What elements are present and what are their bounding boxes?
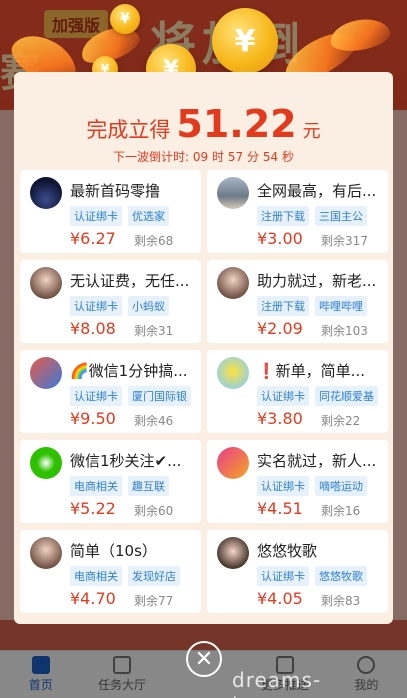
close-icon: ✕: [194, 646, 214, 672]
task-tag: 发现好店: [128, 566, 180, 586]
reward-amount: 51.22: [176, 102, 297, 146]
task-price: ¥2.09: [257, 319, 303, 338]
task-card[interactable]: 最新首码零撸 认证绑卡 优选家 ¥6.27 剩余68: [20, 170, 201, 253]
countdown-minutes-unit: 分: [246, 150, 259, 164]
task-price: ¥6.27: [70, 229, 116, 248]
task-tags: 认证绑卡 优选家: [70, 206, 169, 226]
task-title: 微信1秒关注✔...: [70, 452, 182, 470]
task-card[interactable]: 无认证费，无任... 认证绑卡 小蚂蚁 ¥8.08 剩余31: [20, 260, 201, 343]
task-remaining: 剩余103: [321, 324, 368, 338]
girl-photo-icon: [30, 537, 62, 569]
landscape-icon: [217, 177, 249, 209]
task-price: ¥4.05: [257, 589, 303, 608]
countdown-label: 下一波倒计时:: [113, 150, 190, 164]
reward-headline: 完成立得 51.22 元: [14, 102, 393, 146]
task-tags: 认证绑卡 厦门国际银: [70, 386, 191, 406]
task-title: 🌈微信1分钟搞...: [70, 362, 188, 380]
countdown-seconds: 54: [262, 150, 279, 164]
task-card[interactable]: 助力就过，新老... 注册下载 哔哩哔哩 ¥2.09 剩余103: [207, 260, 388, 343]
poster-icon: [217, 447, 249, 479]
task-tag: 认证绑卡: [257, 476, 309, 496]
task-card[interactable]: 实名就过，新人... 认证绑卡 嘀嗒运动 ¥4.51 剩余16: [207, 440, 388, 523]
task-card[interactable]: 悠悠牧歌 认证绑卡 悠悠牧歌 ¥4.05 剩余83: [207, 530, 388, 613]
task-tags: 认证绑卡 同花顺爱基: [257, 386, 378, 406]
task-title: 简单（10s）: [70, 542, 157, 560]
task-card[interactable]: 🌈微信1分钟搞... 认证绑卡 厦门国际银 ¥9.50 剩余46: [20, 350, 201, 433]
task-card[interactable]: 全网最高，有后... 注册下载 三国主公 ¥3.00 剩余317: [207, 170, 388, 253]
night-city-icon: [30, 177, 62, 209]
task-tags: 认证绑卡 小蚂蚁: [70, 296, 169, 316]
girl-photo-icon: [217, 267, 249, 299]
reward-modal: 完成立得 51.22 元 下一波倒计时: 09 时 57 分 54 秒 最新首码零撸…: [14, 72, 393, 624]
countdown-seconds-unit: 秒: [281, 150, 294, 164]
task-title: 助力就过，新老...: [257, 272, 377, 290]
task-price: ¥9.50: [70, 409, 116, 428]
countdown: 下一波倒计时: 09 时 57 分 54 秒: [14, 148, 393, 165]
task-title: ❗新单，简单...: [257, 362, 365, 380]
task-remaining: 剩余31: [134, 324, 174, 338]
task-remaining: 剩余77: [134, 594, 174, 608]
task-remaining: 剩余60: [134, 504, 174, 518]
task-tags: 注册下载 三国主公: [257, 206, 367, 226]
countdown-hours-unit: 时: [212, 150, 225, 164]
wallet-icon: [30, 357, 62, 389]
task-grid: 最新首码零撸 认证绑卡 优选家 ¥6.27 剩余68 全网最高，有后... 注册下载 三国主公…: [20, 170, 388, 613]
task-title: 悠悠牧歌: [257, 542, 318, 560]
task-tag: 三国主公: [315, 206, 367, 226]
task-tag: 认证绑卡: [257, 566, 309, 586]
coin-icon: ¥: [212, 8, 278, 74]
task-title: 全网最高，有后...: [257, 182, 377, 200]
task-tags: 认证绑卡 嘀嗒运动: [257, 476, 367, 496]
coin-icon: ¥: [110, 4, 140, 34]
countdown-minutes: 57: [227, 150, 244, 164]
task-tag: 认证绑卡: [70, 206, 122, 226]
task-tag: 优选家: [128, 206, 169, 226]
task-price: ¥5.22: [70, 499, 116, 518]
task-tag: 嘀嗒运动: [315, 476, 367, 496]
watermark: dreams-true.com: [232, 668, 329, 698]
task-tag: 认证绑卡: [70, 296, 122, 316]
task-tag: 注册下载: [257, 206, 309, 226]
boy-photo-icon: [217, 537, 249, 569]
task-tags: 电商相关 趣互联: [70, 476, 169, 496]
task-remaining: 剩余16: [321, 504, 361, 518]
task-title: 无认证费，无任...: [70, 272, 190, 290]
task-tag: 注册下载: [257, 296, 309, 316]
task-price: ¥3.80: [257, 409, 303, 428]
task-tag: 趣互联: [128, 476, 169, 496]
task-tag: 悠悠牧歌: [315, 566, 367, 586]
task-remaining: 剩余46: [134, 414, 174, 428]
task-remaining: 剩余22: [321, 414, 361, 428]
task-remaining: 剩余68: [134, 234, 174, 248]
task-tag: 电商相关: [70, 566, 122, 586]
task-price: ¥4.51: [257, 499, 303, 518]
task-tag: 认证绑卡: [257, 386, 309, 406]
task-remaining: 剩余83: [321, 594, 361, 608]
task-tags: 电商相关 发现好店: [70, 566, 180, 586]
task-tags: 认证绑卡 悠悠牧歌: [257, 566, 367, 586]
task-tags: 注册下载 哔哩哔哩: [257, 296, 367, 316]
task-tag: 同花顺爱基: [315, 386, 378, 406]
task-tag: 厦门国际银: [128, 386, 191, 406]
countdown-hours: 09: [192, 150, 209, 164]
task-card[interactable]: 微信1秒关注✔... 电商相关 趣互联 ¥5.22 剩余60: [20, 440, 201, 523]
task-remaining: 剩余317: [321, 234, 368, 248]
task-card[interactable]: 简单（10s） 电商相关 发现好店 ¥4.70 剩余77: [20, 530, 201, 613]
task-tag: 电商相关: [70, 476, 122, 496]
wechat-icon: [30, 447, 62, 479]
reward-prefix: 完成立得: [86, 118, 171, 142]
reward-unit: 元: [302, 121, 321, 142]
task-price: ¥4.70: [70, 589, 116, 608]
task-tag: 认证绑卡: [70, 386, 122, 406]
girl-photo-icon: [30, 267, 62, 299]
task-title: 实名就过，新人...: [257, 452, 377, 470]
task-tag: 哔哩哔哩: [315, 296, 367, 316]
task-price: ¥8.08: [70, 319, 116, 338]
task-tag: 小蚂蚁: [128, 296, 169, 316]
close-button[interactable]: ✕: [186, 641, 222, 677]
task-card[interactable]: ❗新单，简单... 认证绑卡 同花顺爱基 ¥3.80 剩余22: [207, 350, 388, 433]
sponge-icon: [217, 357, 249, 389]
task-price: ¥3.00: [257, 229, 303, 248]
task-title: 最新首码零撸: [70, 182, 161, 200]
